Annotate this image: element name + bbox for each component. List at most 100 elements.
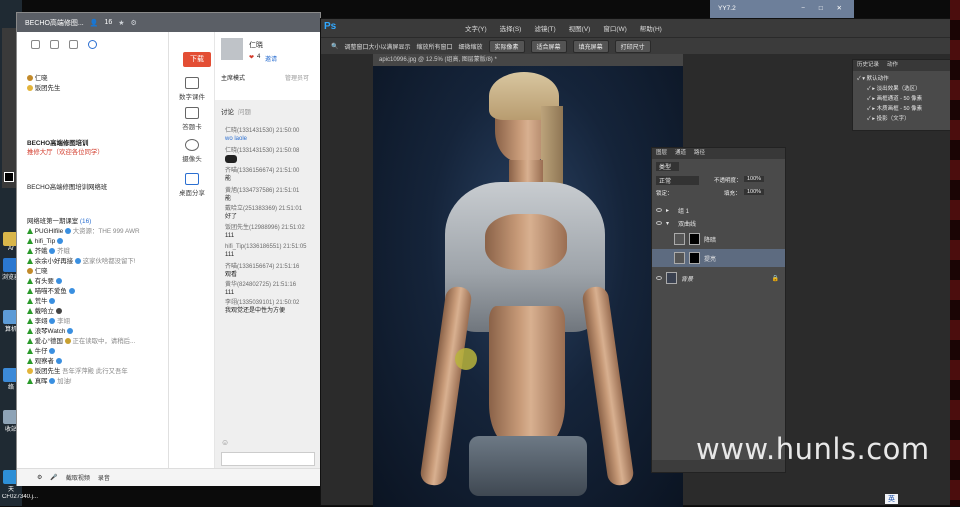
scrubby-checkbox[interactable]: 细微缩放 xyxy=(459,42,483,51)
tab-discuss[interactable]: 讨论 xyxy=(221,106,234,116)
print-size-button[interactable]: 打印尺寸 xyxy=(614,39,651,53)
list-item[interactable]: 饭团先生 xyxy=(27,85,60,93)
camera-button[interactable]: 摄像头 xyxy=(173,139,211,163)
foreground-color-swatch[interactable] xyxy=(4,172,14,182)
actions-tabs: 历史记录 动作 xyxy=(853,60,952,71)
layer-row[interactable]: ▸ 组 1 xyxy=(652,204,785,216)
action-row[interactable]: ✓ ▾ 默认动作 xyxy=(857,74,889,82)
zoom-tool-icon[interactable]: 🔍 xyxy=(331,43,338,50)
message: 戴哈立(251383369) 21:51:01 好了 xyxy=(225,206,303,220)
zoom-all-checkbox[interactable]: 缩放所有窗口 xyxy=(417,42,453,51)
action-row[interactable]: ✓ ▸ 淡出效果（选区） xyxy=(867,84,921,92)
member-row[interactable]: 浪琴Watch xyxy=(27,328,74,336)
message: 齐喵(1336156674) 21:51:00 能 xyxy=(225,168,300,182)
fill-input[interactable]: 100% xyxy=(744,189,765,195)
search-icon[interactable] xyxy=(88,40,97,49)
layers-tabs: 图层 通道 路径 xyxy=(652,148,785,159)
action-row[interactable]: ✓ ▸ 木质画框 - 50 像素 xyxy=(867,104,922,112)
layer-row[interactable]: 背景 🔒 xyxy=(652,269,785,287)
message: 李翊(1335039101) 21:50:02 我观觉还是中性为方便 xyxy=(225,300,300,314)
group-welcome[interactable]: 推修大厅（欢迎各位同学） xyxy=(27,149,104,157)
group-subtitle[interactable]: BECHO高端修图培训网络班 xyxy=(27,184,107,192)
member-row[interactable]: 牛仔 xyxy=(27,348,56,356)
member-row[interactable]: 有头要 xyxy=(27,278,62,286)
screen-share-button[interactable]: 桌面分享 xyxy=(173,173,211,197)
layer-row-selected[interactable]: 提亮 xyxy=(652,249,785,267)
list-item[interactable]: 仁晓 xyxy=(27,75,48,83)
lock-icon: 🔒 xyxy=(771,275,779,282)
member-row[interactable]: 爱心°德国 正在读取中，请稍后... xyxy=(27,338,135,346)
member-row[interactable]: 余余小好再接 这家伙啥都没留下! xyxy=(27,258,136,266)
mic-icon[interactable]: 🎤 xyxy=(50,474,57,481)
settings-icon[interactable]: ⚙ xyxy=(131,19,137,27)
fill-label: 填充： xyxy=(724,191,741,197)
message-input[interactable] xyxy=(221,452,315,466)
menu-type[interactable]: 文字(Y) xyxy=(465,23,487,33)
member-row[interactable]: 戴哈立 xyxy=(27,308,62,316)
layer-row[interactable]: 降暗 xyxy=(652,230,785,248)
ime-indicator[interactable]: 英 xyxy=(885,494,898,504)
avatar[interactable] xyxy=(221,38,243,60)
star-icon[interactable]: ★ xyxy=(118,19,124,27)
menu-help[interactable]: 帮助(H) xyxy=(640,23,662,33)
member-row[interactable]: hifi_Tip xyxy=(27,238,63,246)
member-row[interactable]: 观察者 xyxy=(27,358,62,366)
list-header[interactable]: 网络班第一期课室 (16) xyxy=(27,218,91,226)
heart-icon[interactable]: ❤ xyxy=(249,54,254,61)
action-row[interactable]: ✓ ▸ 画框通道 - 50 像素 xyxy=(867,94,922,102)
tab-paths[interactable]: 路径 xyxy=(694,148,705,159)
actual-pixels-button[interactable]: 实际像素 xyxy=(488,39,525,53)
document-tab[interactable]: apic10996.jpg @ 12.5% (组高, 图层蒙版/8) * xyxy=(373,54,683,66)
message: 饭团先生(12988996) 21:51:02 111 xyxy=(225,225,305,239)
ps-menubar: Ps 文字(Y) 选择(S) 滤镜(T) 视图(V) 窗口(W) 帮助(H) xyxy=(321,19,959,37)
location-icon[interactable] xyxy=(69,40,78,49)
screen-capture-button[interactable]: 截取视频 xyxy=(66,473,90,482)
host-mode-select[interactable]: 主席模式 xyxy=(221,73,245,82)
chat-title: BECHO高端修图... xyxy=(25,19,84,27)
layer-row[interactable]: ▾ 双曲线 xyxy=(652,217,785,229)
tab-layers[interactable]: 图层 xyxy=(656,148,667,159)
chat-window: BECHO高端修图... 👤 16 ★ ⚙ 仁晓 饭团先生 BECHO高端修图培… xyxy=(16,12,321,486)
tab-channels[interactable]: 通道 xyxy=(675,148,686,159)
tab-question[interactable]: 问题 xyxy=(238,106,251,116)
document-canvas[interactable] xyxy=(373,66,683,507)
ps-logo: Ps xyxy=(324,21,337,32)
layer-kind-filter[interactable]: 类型 xyxy=(656,162,680,171)
invite-link[interactable]: 邀请 xyxy=(265,54,277,63)
member-row[interactable]: 喵喵不爱鱼 xyxy=(27,288,75,296)
user-icon[interactable] xyxy=(31,40,40,49)
member-row[interactable]: 真晖 加油! xyxy=(27,378,72,386)
small-window-titlebar[interactable]: YY7.2 − □ ✕ xyxy=(710,0,854,18)
chat-toolbar xyxy=(17,32,168,49)
blend-mode-select[interactable]: 正常 xyxy=(656,176,700,185)
opacity-input[interactable]: 100% xyxy=(744,176,765,182)
member-row[interactable]: 仁晓 xyxy=(27,268,48,276)
group-icon[interactable] xyxy=(50,40,59,49)
member-row[interactable]: 李翊 李翊 xyxy=(27,318,70,326)
fit-screen-button[interactable]: 适合屏幕 xyxy=(530,39,567,53)
tab-history[interactable]: 历史记录 xyxy=(857,60,879,71)
member-row[interactable]: 饭团先生 吾年浮萍殿 此行又吾年 xyxy=(27,368,128,376)
menu-filter[interactable]: 滤镜(T) xyxy=(534,23,555,33)
window-controls-icon[interactable]: − □ ✕ xyxy=(801,0,848,18)
message: 黄华(824802725) 21:51:16 111 xyxy=(225,282,297,296)
member-row[interactable]: 芥蛾 芥蛾 xyxy=(27,248,70,256)
figure-left-arm xyxy=(419,285,473,487)
member-row[interactable]: 荒牛 xyxy=(27,298,56,306)
answer-card-button[interactable]: 答题卡 xyxy=(173,107,211,131)
resize-checkbox[interactable]: 调整窗口大小以满屏显示 xyxy=(344,42,410,51)
menu-window[interactable]: 窗口(W) xyxy=(603,23,626,33)
tutorial-button[interactable]: 数字课件 xyxy=(173,77,211,101)
fill-screen-button[interactable]: 填充屏幕 xyxy=(572,39,609,53)
menu-select[interactable]: 选择(S) xyxy=(500,23,522,33)
menu-view[interactable]: 视图(V) xyxy=(569,23,591,33)
tab-actions[interactable]: 动作 xyxy=(887,60,898,71)
download-button[interactable]: 下载 xyxy=(183,52,211,67)
action-row[interactable]: ✓ ▸ 投影（文字） xyxy=(867,114,910,122)
group-title[interactable]: BECHO高端修图培训 xyxy=(27,140,88,148)
gear-icon[interactable]: ⚙ xyxy=(37,474,42,481)
record-button[interactable]: 录音 xyxy=(98,473,110,482)
desktop-icon-file[interactable]: CF027340.j... xyxy=(2,494,62,500)
member-row[interactable]: PUGHIfile 大资源：THE 999 AWR xyxy=(27,228,140,236)
emoji-button-icon[interactable]: ☺ xyxy=(221,438,229,447)
